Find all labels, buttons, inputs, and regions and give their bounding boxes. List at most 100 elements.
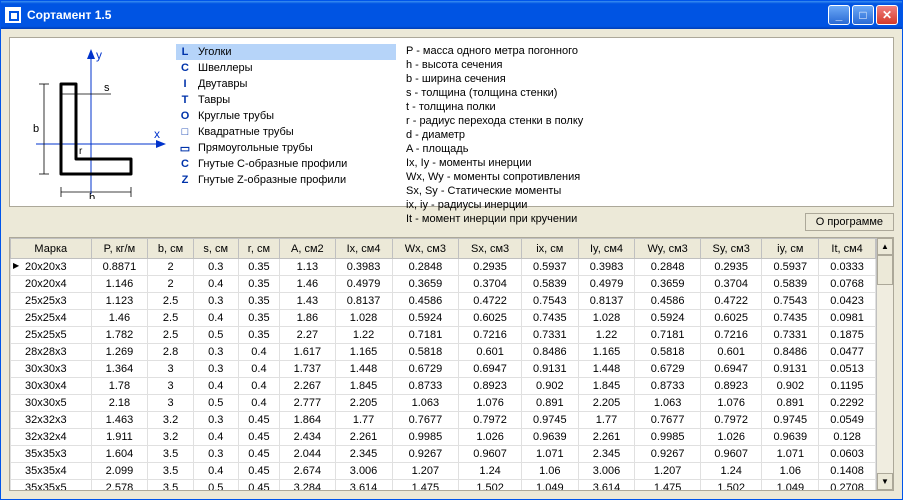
close-button[interactable]: ✕ — [876, 5, 898, 25]
table-cell[interactable]: 0.4 — [193, 429, 238, 446]
table-row[interactable]: 35x35x52.5783.50.50.453.2843.6141.4751.5… — [11, 480, 876, 491]
table-cell[interactable]: 1.78 — [91, 378, 148, 395]
table-cell[interactable]: 2.345 — [578, 446, 635, 463]
table-cell[interactable]: 30x30x5 — [11, 395, 92, 412]
table-cell[interactable]: 0.601 — [459, 344, 522, 361]
table-cell[interactable]: 0.3 — [193, 361, 238, 378]
table-cell[interactable]: 1.845 — [335, 378, 392, 395]
column-header[interactable]: It, см4 — [819, 239, 876, 259]
table-cell[interactable]: 20x20x4 — [11, 276, 92, 293]
table-cell[interactable]: 3.2 — [148, 429, 194, 446]
table-cell[interactable]: 1.448 — [335, 361, 392, 378]
table-cell[interactable]: 1.617 — [280, 344, 335, 361]
table-cell[interactable]: 0.35 — [238, 327, 280, 344]
table-row[interactable]: 35x35x31.6043.50.30.452.0442.3450.92670.… — [11, 446, 876, 463]
table-cell[interactable]: 0.0333 — [819, 259, 876, 276]
table-cell[interactable]: 0.8486 — [521, 344, 578, 361]
table-cell[interactable]: 0.891 — [521, 395, 578, 412]
table-row[interactable]: 35x35x42.0993.50.40.452.6743.0061.2071.2… — [11, 463, 876, 480]
table-cell[interactable]: 0.1875 — [819, 327, 876, 344]
table-cell[interactable]: 0.3704 — [459, 276, 522, 293]
table-cell[interactable]: 1.269 — [91, 344, 148, 361]
profile-type-item[interactable]: □Квадратные трубы — [176, 124, 396, 140]
table-cell[interactable]: 0.9745 — [762, 412, 819, 429]
table-cell[interactable]: 1.076 — [700, 395, 762, 412]
table-cell[interactable]: 0.3659 — [635, 276, 701, 293]
table-cell[interactable]: 1.86 — [280, 310, 335, 327]
table-cell[interactable]: 0.6947 — [459, 361, 522, 378]
table-cell[interactable]: 32x32x4 — [11, 429, 92, 446]
table-cell[interactable]: 2.434 — [280, 429, 335, 446]
table-cell[interactable]: 1.071 — [521, 446, 578, 463]
table-cell[interactable]: 0.5839 — [762, 276, 819, 293]
table-cell[interactable]: 3.284 — [280, 480, 335, 491]
column-header[interactable]: Марка — [11, 239, 92, 259]
table-cell[interactable]: 0.6025 — [459, 310, 522, 327]
table-cell[interactable]: 0.3 — [193, 412, 238, 429]
table-cell[interactable]: 3.006 — [578, 463, 635, 480]
table-cell[interactable]: 2 — [148, 259, 194, 276]
table-cell[interactable]: 0.891 — [762, 395, 819, 412]
table-cell[interactable]: 0.8733 — [392, 378, 459, 395]
table-cell[interactable]: 0.1408 — [819, 463, 876, 480]
table-cell[interactable]: 0.4 — [193, 378, 238, 395]
table-cell[interactable]: 0.4 — [238, 378, 280, 395]
table-cell[interactable]: 3.5 — [148, 480, 194, 491]
table-cell[interactable]: 0.0423 — [819, 293, 876, 310]
column-header[interactable]: ix, см — [521, 239, 578, 259]
table-cell[interactable]: 2.345 — [335, 446, 392, 463]
table-cell[interactable]: 0.2935 — [459, 259, 522, 276]
table-cell[interactable]: 0.4586 — [392, 293, 459, 310]
table-cell[interactable]: 0.5 — [193, 480, 238, 491]
column-header[interactable]: P, кг/м — [91, 239, 148, 259]
table-cell[interactable]: 2 — [148, 276, 194, 293]
table-cell[interactable]: 0.3983 — [578, 259, 635, 276]
table-cell[interactable]: 2.5 — [148, 327, 194, 344]
maximize-button[interactable]: □ — [852, 5, 874, 25]
table-cell[interactable]: 0.601 — [700, 344, 762, 361]
table-cell[interactable]: 1.46 — [91, 310, 148, 327]
table-cell[interactable]: 1.782 — [91, 327, 148, 344]
table-cell[interactable]: 0.5818 — [635, 344, 701, 361]
table-cell[interactable]: 0.5937 — [762, 259, 819, 276]
table-cell[interactable]: 0.7677 — [392, 412, 459, 429]
table-cell[interactable]: 1.502 — [700, 480, 762, 491]
table-cell[interactable]: 30x30x3 — [11, 361, 92, 378]
table-cell[interactable]: 0.0513 — [819, 361, 876, 378]
table-cell[interactable]: 0.902 — [521, 378, 578, 395]
table-cell[interactable]: 0.7216 — [700, 327, 762, 344]
table-cell[interactable]: 0.9607 — [700, 446, 762, 463]
table-cell[interactable]: 1.028 — [578, 310, 635, 327]
table-row[interactable]: 28x28x31.2692.80.30.41.6171.1650.58180.6… — [11, 344, 876, 361]
table-cell[interactable]: 0.9131 — [521, 361, 578, 378]
table-cell[interactable]: 2.205 — [578, 395, 635, 412]
table-cell[interactable]: 0.0549 — [819, 412, 876, 429]
table-cell[interactable]: 1.864 — [280, 412, 335, 429]
table-cell[interactable]: 2.18 — [91, 395, 148, 412]
table-cell[interactable]: 3 — [148, 395, 194, 412]
table-cell[interactable]: 1.475 — [635, 480, 701, 491]
table-cell[interactable]: 0.2848 — [392, 259, 459, 276]
table-cell[interactable]: 0.6025 — [700, 310, 762, 327]
table-cell[interactable]: 0.8486 — [762, 344, 819, 361]
table-row[interactable]: 30x30x31.36430.30.41.7371.4480.67290.694… — [11, 361, 876, 378]
table-cell[interactable]: 0.3 — [193, 259, 238, 276]
profile-type-item[interactable]: CГнутые С-образные профили — [176, 156, 396, 172]
table-cell[interactable]: 1.207 — [392, 463, 459, 480]
table-cell[interactable]: 0.9639 — [762, 429, 819, 446]
column-header[interactable]: s, см — [193, 239, 238, 259]
table-row[interactable]: 25x25x51.7822.50.50.352.271.220.71810.72… — [11, 327, 876, 344]
table-cell[interactable]: 1.165 — [335, 344, 392, 361]
table-cell[interactable]: 35x35x5 — [11, 480, 92, 491]
table-cell[interactable]: 0.9267 — [392, 446, 459, 463]
table-cell[interactable]: 3 — [148, 361, 194, 378]
table-cell[interactable]: 35x35x3 — [11, 446, 92, 463]
table-cell[interactable]: 0.0768 — [819, 276, 876, 293]
table-cell[interactable]: 0.9985 — [635, 429, 701, 446]
table-cell[interactable]: 0.4586 — [635, 293, 701, 310]
table-cell[interactable]: 1.77 — [335, 412, 392, 429]
table-cell[interactable]: 0.902 — [762, 378, 819, 395]
table-cell[interactable]: 0.7543 — [521, 293, 578, 310]
column-header[interactable]: Ix, см4 — [335, 239, 392, 259]
table-cell[interactable]: 0.7331 — [521, 327, 578, 344]
